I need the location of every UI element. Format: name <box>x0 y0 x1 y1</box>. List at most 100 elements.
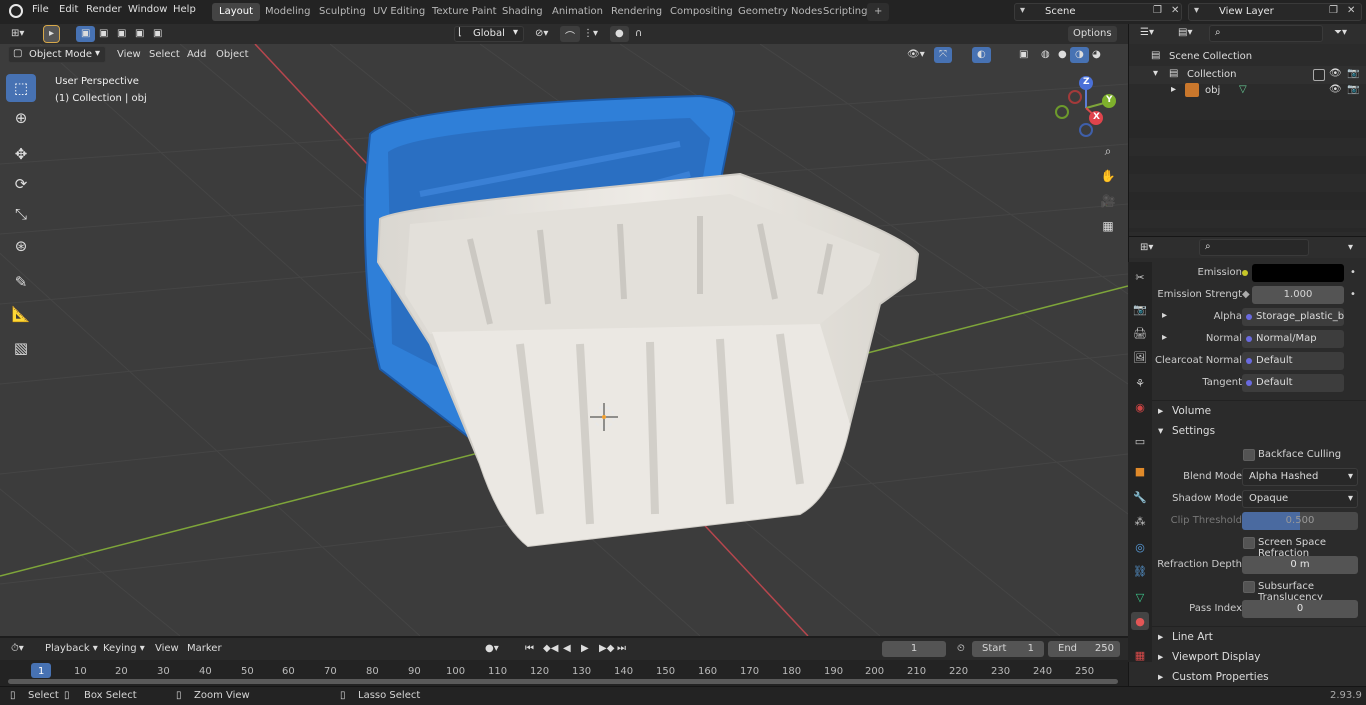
list-item[interactable]: ▤ Scene Collection <box>1129 48 1366 66</box>
menu-select[interactable]: Select <box>144 47 185 63</box>
overlay-toggle-icon[interactable]: ◐ <box>972 47 991 63</box>
3d-viewport[interactable]: Z Y X User Perspective (1) Collection | … <box>0 44 1128 636</box>
view-layer-tab-icon[interactable]: 🖼 <box>1131 348 1149 366</box>
physics-tab-icon[interactable]: ◎ <box>1131 538 1149 556</box>
tab-scripting[interactable]: Scripting <box>816 3 874 21</box>
cursor-tool-icon[interactable]: ⊕ <box>6 104 36 132</box>
visibility-icon[interactable]: 👁▾ <box>902 47 930 63</box>
select-tool-icon[interactable]: ▸ <box>42 25 61 43</box>
falloff-icon[interactable]: ∩ <box>630 26 647 42</box>
tab-uv-editing[interactable]: UV Editing <box>366 3 432 21</box>
options-dropdown[interactable]: Options <box>1068 26 1117 42</box>
playback-menu[interactable]: Playback ▾ <box>40 641 103 657</box>
shadow-mode-dropdown[interactable]: Opaque ▾ <box>1242 490 1358 508</box>
select-box-tool-icon[interactable]: ⬚ <box>6 74 36 102</box>
rendered-shading-icon[interactable]: ◕ <box>1087 47 1106 63</box>
tab-modeling[interactable]: Modeling <box>258 3 318 21</box>
menu-add[interactable]: Add <box>182 47 211 63</box>
editor-type-icon[interactable]: ⊞▾ <box>6 26 29 42</box>
menu-file[interactable]: File <box>32 4 49 15</box>
texture-tab-icon[interactable]: ▦ <box>1131 646 1149 664</box>
custom-properties-panel-header[interactable]: ▸ Custom Properties <box>1152 667 1366 687</box>
normal-link-field[interactable]: Normal/Map <box>1242 330 1344 348</box>
start-frame-field[interactable]: Start 1 <box>972 641 1044 657</box>
gizmo-toggle-icon[interactable]: ⤧ <box>934 47 952 63</box>
pivot-point-icon[interactable]: ⊘▾ <box>530 26 553 42</box>
new-scene-icon[interactable]: ❐ <box>1153 5 1162 16</box>
blender-logo-icon[interactable] <box>9 4 23 18</box>
render-tab-icon[interactable]: 📷 <box>1131 300 1149 318</box>
collection-tab-icon[interactable]: ▭ <box>1131 432 1149 450</box>
tool-tab-icon[interactable]: ✂ <box>1131 268 1149 286</box>
expand-arrow-icon[interactable]: ▾ <box>1153 68 1158 79</box>
zoom-icon[interactable]: ⌕ <box>1097 140 1119 162</box>
solid-shading-icon[interactable]: ● <box>1053 47 1072 63</box>
expand-arrow-icon[interactable]: ▸ <box>1171 84 1176 95</box>
snap-toggle-icon[interactable]: ⌒ <box>560 26 580 43</box>
tab-layout[interactable]: Layout <box>212 3 260 21</box>
chevron-down-icon[interactable]: ▾ <box>1343 240 1358 256</box>
outliner-search-input[interactable]: ⌕ <box>1209 25 1323 42</box>
scene-selector[interactable]: ▾ Scene ❐ ✕ <box>1014 3 1182 21</box>
material-shading-icon[interactable]: ◑ <box>1070 47 1089 63</box>
tab-compositing[interactable]: Compositing <box>663 3 740 21</box>
tab-sculpting[interactable]: Sculpting <box>312 3 373 21</box>
expand-arrow-icon[interactable]: ▸ <box>1162 332 1167 343</box>
keyframe-dot-icon[interactable]: • <box>1350 267 1356 278</box>
snap-target-icon[interactable]: ⋮▾ <box>578 26 603 42</box>
tab-texture-paint[interactable]: Texture Paint <box>425 3 504 21</box>
select-mode-invert-icon[interactable]: ▣ <box>130 26 149 42</box>
select-mode-intersect-icon[interactable]: ▣ <box>148 26 167 42</box>
camera-icon[interactable]: 📷 <box>1347 68 1359 79</box>
subsurface-translucency-checkbox[interactable] <box>1243 581 1255 593</box>
world-tab-icon[interactable]: ◉ <box>1131 398 1149 416</box>
select-mode-extend-icon[interactable]: ▣ <box>94 26 113 42</box>
proportional-edit-icon[interactable]: ● <box>610 26 629 42</box>
viewport-display-panel-header[interactable]: ▸ Viewport Display <box>1152 647 1366 667</box>
settings-panel-header[interactable]: ▾ Settings <box>1152 421 1366 441</box>
timeline-scrollbar[interactable] <box>8 679 1118 684</box>
menu-edit[interactable]: Edit <box>59 4 78 15</box>
play-reverse-icon[interactable]: ◀ <box>558 641 576 657</box>
expand-arrow-icon[interactable]: ▸ <box>1162 310 1167 321</box>
scene-tab-icon[interactable]: ⚘ <box>1131 374 1149 392</box>
blend-mode-dropdown[interactable]: Alpha Hashed ▾ <box>1242 468 1358 486</box>
view-layer-selector[interactable]: ▾ View Layer ❐ ✕ <box>1188 3 1362 21</box>
xray-toggle-icon[interactable]: ▣ <box>1014 47 1033 63</box>
particles-tab-icon[interactable]: ⁂ <box>1131 512 1149 530</box>
hand-pan-icon[interactable]: ✋ <box>1097 165 1119 187</box>
alpha-link-field[interactable]: Storage_plastic_bin_... <box>1242 308 1344 326</box>
display-mode-icon[interactable]: ▤▾ <box>1173 25 1197 41</box>
volume-panel-header[interactable]: ▸ Volume <box>1152 400 1366 420</box>
add-cube-tool-icon[interactable]: ▧ <box>6 334 36 362</box>
object-mode-dropdown[interactable]: ▢ Object Mode ▾ <box>8 46 106 63</box>
list-item[interactable]: ▸ obj ▽ 👁 📷 <box>1129 82 1366 100</box>
clip-threshold-slider[interactable]: 0.500 <box>1242 512 1358 530</box>
annotate-tool-icon[interactable]: ✎ <box>6 268 36 296</box>
pass-index-field[interactable]: 0 <box>1242 600 1358 618</box>
menu-render[interactable]: Render <box>86 4 122 15</box>
add-workspace-button[interactable]: + <box>867 3 890 21</box>
camera-icon[interactable]: 📷 <box>1347 84 1359 95</box>
keyframe-dot-icon[interactable]: • <box>1350 289 1356 300</box>
tangent-field[interactable]: Default <box>1242 374 1344 392</box>
timeline-view-menu[interactable]: View <box>150 641 184 657</box>
measure-tool-icon[interactable]: 📐 <box>6 300 36 328</box>
line-art-panel-header[interactable]: ▸ Line Art <box>1152 626 1366 646</box>
outliner-editor-type-icon[interactable]: ☰▾ <box>1135 25 1159 41</box>
marker-menu[interactable]: Marker <box>182 641 227 657</box>
tab-animation[interactable]: Animation <box>545 3 610 21</box>
new-view-layer-icon[interactable]: ❐ <box>1329 5 1338 16</box>
screen-space-refraction-checkbox[interactable] <box>1243 537 1255 549</box>
output-tab-icon[interactable]: 🖨 <box>1131 324 1149 342</box>
select-mode-new-icon[interactable]: ▣ <box>76 26 96 42</box>
exclude-checkbox[interactable] <box>1313 69 1325 81</box>
eye-icon[interactable]: 👁 <box>1329 68 1342 79</box>
refraction-depth-field[interactable]: 0 m <box>1242 556 1358 574</box>
timeline-editor-type-icon[interactable]: ⏱▾ <box>6 641 29 657</box>
menu-view[interactable]: View <box>112 47 146 63</box>
constraints-tab-icon[interactable]: ⛓ <box>1131 562 1149 580</box>
current-frame-field[interactable]: 1 <box>882 641 946 657</box>
clearcoat-normal-field[interactable]: Default <box>1242 352 1344 370</box>
keying-menu[interactable]: Keying ▾ <box>98 641 150 657</box>
